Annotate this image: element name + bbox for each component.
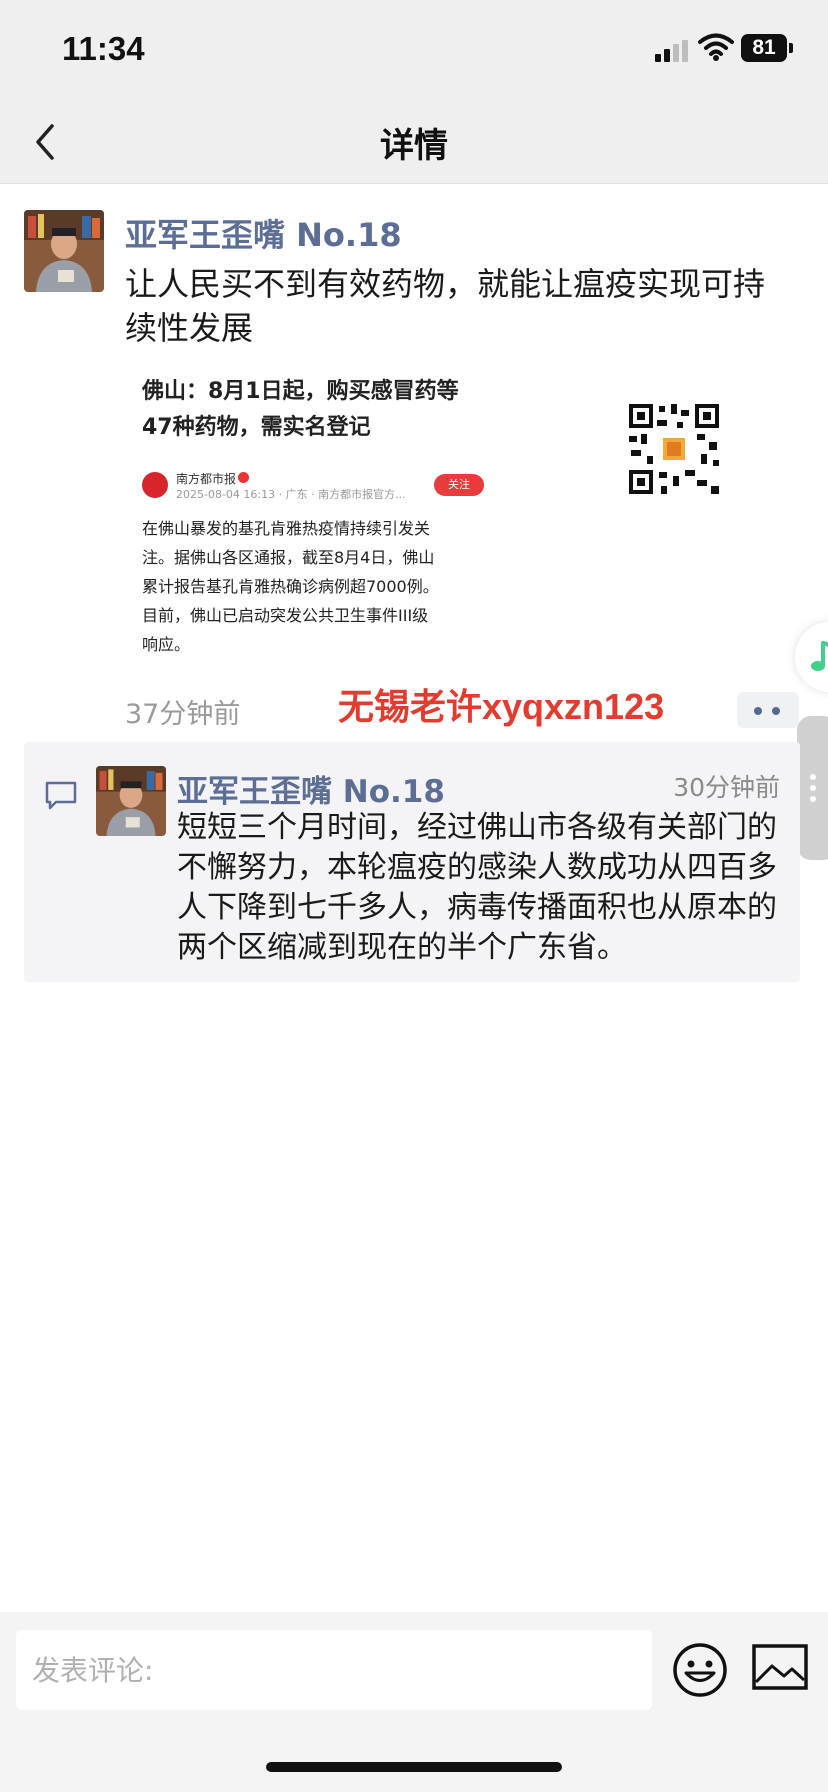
- battery-nub: [789, 43, 793, 53]
- comment-avatar[interactable]: [96, 766, 166, 836]
- page-title: 详情: [380, 126, 448, 166]
- newspaper-logo-icon: [142, 472, 168, 498]
- qr-code-icon: [627, 402, 721, 496]
- news-source-meta: 2025-08-04 16:13 · 广东 · 南方都市报官方...: [176, 488, 406, 501]
- news-body: 在佛山暴发的基孔肯雅热疫情持续引发关注。据佛山各区通报，截至8月4日，佛山累计报…: [142, 519, 439, 654]
- comment-bubble-icon: [45, 781, 77, 810]
- comment-username[interactable]: 亚军王歪嘴 No.18: [177, 766, 445, 811]
- side-drawer-handle[interactable]: [797, 716, 828, 860]
- music-note-icon: [811, 641, 828, 671]
- image-picker-icon[interactable]: [752, 1644, 808, 1690]
- avatar[interactable]: [24, 210, 104, 292]
- status-time: 11:34: [62, 30, 145, 67]
- home-indicator[interactable]: [266, 1762, 562, 1772]
- comment-text: 短短三个月时间，经过佛山市各级有关部门的不懈努力，本轮瘟疫的感染人数成功从四百多…: [177, 810, 777, 965]
- music-float-button[interactable]: [795, 622, 828, 692]
- post-text: 让人民买不到有效药物，就能让瘟疫实现可持续性发展: [125, 265, 766, 347]
- verified-badge-icon: [238, 472, 249, 483]
- cellular-signal-icon: [655, 40, 689, 62]
- post-timestamp: 37分钟前: [125, 699, 241, 730]
- news-follow-button: 关注: [434, 474, 484, 496]
- post-username[interactable]: 亚军王歪嘴 No.18: [125, 210, 402, 256]
- nav-bar: 详情: [0, 100, 828, 184]
- more-options-button[interactable]: [737, 692, 799, 728]
- status-bar: 11:34 81: [0, 0, 828, 100]
- battery-indicator: 81: [741, 34, 787, 62]
- emoji-icon[interactable]: [672, 1642, 728, 1698]
- news-headline: 佛山：8月1日起，购买感冒药等47种药物，需实名登记: [142, 379, 459, 440]
- news-source-row: 南方都市报 2025-08-04 16:13 · 广东 · 南方都市报官方...…: [142, 470, 484, 501]
- vertical-dots-icon: [810, 774, 816, 802]
- comment-input[interactable]: [16, 1630, 652, 1710]
- wifi-icon: [698, 33, 734, 61]
- watermark-text: 无锡老许xyqxzn123: [338, 686, 665, 727]
- comment-timestamp: 30分钟前: [673, 773, 780, 802]
- comment-section: 亚军王歪嘴 No.18 30分钟前 短短三个月时间，经过佛山市各级有关部门的不懈…: [24, 742, 800, 982]
- news-source-name: 南方都市报: [176, 472, 237, 486]
